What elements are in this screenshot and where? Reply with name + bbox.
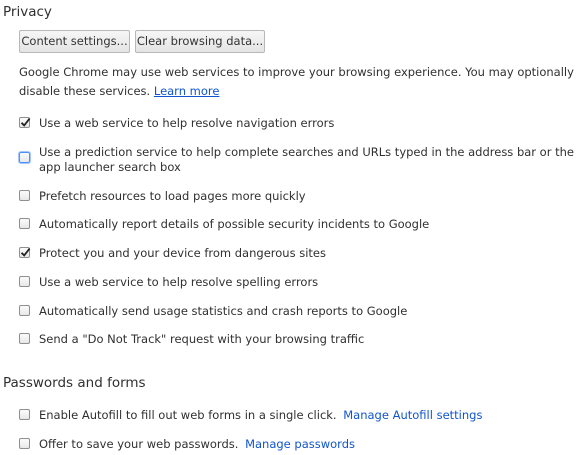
dangerous-sites-checkbox[interactable] [19, 247, 31, 258]
save-passwords-checkbox[interactable] [19, 438, 30, 449]
autofill-checkbox[interactable] [19, 409, 30, 420]
passwords-section-title: Passwords and forms [3, 375, 146, 391]
do-not-track-checkbox[interactable] [19, 333, 30, 344]
autofill-label-text: Enable Autofill to fill out web forms in… [39, 408, 337, 422]
option-label: Enable Autofill to fill out web forms in… [39, 408, 579, 423]
checkmark-icon [20, 118, 31, 127]
option-label: Use a web service to help resolve spelli… [39, 275, 319, 289]
option-label: Automatically send usage statistics and … [39, 304, 408, 318]
privacy-description-text: Google Chrome may use web services to im… [19, 65, 574, 98]
option-label: Send a "Do Not Track" request with your … [39, 332, 365, 346]
option-label: Offer to save your web passwords. Manage… [39, 437, 579, 452]
checkmark-icon [20, 248, 31, 257]
privacy-section-title: Privacy [3, 4, 52, 20]
security-incidents-checkbox[interactable] [19, 218, 30, 229]
manage-passwords-link[interactable]: Manage passwords [245, 437, 355, 451]
option-label: Use a prediction service to help complet… [39, 145, 574, 174]
navigation-errors-checkbox[interactable] [19, 117, 31, 128]
privacy-description: Google Chrome may use web services to im… [19, 63, 579, 101]
option-label: Prefetch resources to load pages more qu… [39, 189, 306, 203]
manage-autofill-link[interactable]: Manage Autofill settings [343, 408, 482, 422]
prefetch-checkbox[interactable] [19, 190, 30, 201]
option-label: Automatically report details of possible… [39, 217, 430, 231]
option-label: Protect you and your device from dangero… [39, 246, 326, 260]
settings-page: Privacy Content settings... Clear browsi… [0, 0, 580, 455]
spelling-errors-checkbox[interactable] [19, 276, 30, 287]
save-passwords-label-text: Offer to save your web passwords. [39, 437, 239, 451]
content-settings-button[interactable]: Content settings... [19, 30, 130, 53]
learn-more-link[interactable]: Learn more [154, 84, 220, 98]
prediction-service-checkbox[interactable] [19, 152, 30, 163]
clear-browsing-data-button[interactable]: Clear browsing data... [135, 30, 265, 53]
usage-statistics-checkbox[interactable] [19, 305, 30, 316]
option-label: Use a web service to help resolve naviga… [39, 116, 335, 130]
